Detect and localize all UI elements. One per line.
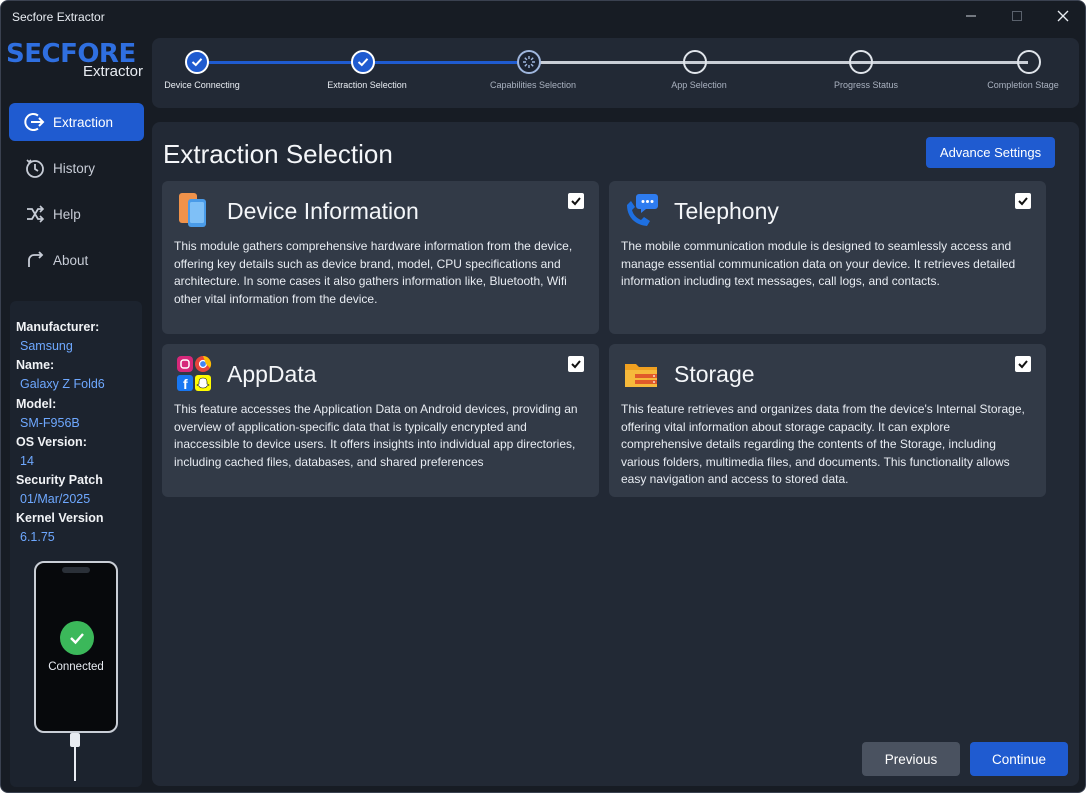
- step-4-indicator: [683, 50, 707, 74]
- card-title: Storage: [674, 361, 755, 387]
- device-information-icon: [179, 193, 206, 227]
- appdata-checkbox[interactable]: [568, 356, 584, 372]
- card-title: AppData: [227, 361, 317, 387]
- phone-notch: [62, 567, 90, 573]
- logo-subtitle: Extractor: [82, 63, 143, 80]
- svg-text:f: f: [183, 376, 188, 392]
- kernel-version-value: 6.1.75: [20, 530, 55, 544]
- device-info-panel: Manufacturer: Samsung Name: Galaxy Z Fol…: [10, 301, 142, 787]
- os-version-label: OS Version:: [16, 435, 87, 449]
- card-title: Telephony: [674, 198, 779, 224]
- sidebar-item-label: History: [53, 160, 96, 176]
- window-title: Secfore Extractor: [12, 10, 105, 24]
- sidebar-item-extraction[interactable]: Extraction: [9, 103, 144, 141]
- device-information-checkbox[interactable]: [568, 193, 584, 209]
- minimize-icon: [966, 15, 976, 17]
- maximize-icon: [1012, 11, 1022, 21]
- shuffle-icon: [23, 202, 47, 226]
- sidebar-item-history[interactable]: History: [9, 149, 144, 187]
- step-2-label: Extraction Selection: [327, 80, 407, 90]
- telephony-checkbox[interactable]: [1015, 193, 1031, 209]
- arrow-right-circle-icon: [23, 110, 47, 134]
- checkmark-icon: [1018, 197, 1028, 206]
- check-icon: [357, 58, 369, 67]
- title-bar: Secfore Extractor: [1, 1, 1085, 33]
- card-description: This feature accesses the Application Da…: [174, 402, 578, 469]
- redo-arrow-icon: [23, 248, 47, 272]
- security-patch-value: 01/Mar/2025: [20, 492, 91, 506]
- card-telephony[interactable]: Telephony The mobile communication modul…: [609, 181, 1046, 334]
- step-6-indicator: [1017, 50, 1041, 74]
- sidebar-item-label: Help: [53, 206, 81, 222]
- close-icon: [1057, 10, 1069, 22]
- connection-status: Connected: [48, 661, 104, 673]
- check-icon: [191, 58, 203, 67]
- kernel-version-label: Kernel Version: [16, 511, 104, 525]
- history-clock-icon: [23, 156, 47, 180]
- card-description: This module gathers comprehensive hardwa…: [174, 239, 573, 306]
- name-label: Name:: [16, 358, 55, 372]
- telephony-chat-icon: [627, 194, 658, 226]
- stepper-line-pending: [530, 61, 1028, 64]
- step-3-label: Capabilities Selection: [489, 80, 577, 90]
- step-6-label: Completion Stage: [987, 80, 1059, 90]
- step-3-indicator: [517, 50, 541, 74]
- cable-plug: [70, 733, 80, 747]
- card-title: Device Information: [227, 198, 419, 224]
- step-2-indicator: [351, 50, 375, 74]
- sidebar-item-label: Extraction: [53, 114, 114, 130]
- check-icon: [60, 621, 94, 655]
- progress-stepper: Device Connecting Extraction Selection C…: [152, 38, 1079, 108]
- security-patch-label: Security Patch: [16, 473, 103, 487]
- manufacturer-label: Manufacturer:: [16, 320, 100, 334]
- app-window: Secfore Extractor SECFORE Extractor Extr…: [0, 0, 1086, 793]
- loading-icon: [523, 56, 535, 68]
- close-button[interactable]: [1048, 5, 1078, 27]
- checkmark-icon: [571, 197, 581, 206]
- sidebar-item-about[interactable]: About: [9, 241, 144, 279]
- sidebar-item-label: About: [53, 252, 89, 268]
- app-grid-icon: f: [177, 355, 212, 392]
- phone-illustration: Connected: [34, 561, 118, 733]
- app-logo: SECFORE Extractor: [4, 39, 146, 83]
- page-title: Extraction Selection: [163, 139, 393, 169]
- card-description: This feature retrieves and organizes dat…: [621, 402, 1025, 486]
- card-storage[interactable]: Storage This feature retrieves and organ…: [609, 344, 1046, 497]
- model-label: Model:: [16, 397, 57, 411]
- main-content: Extraction Selection Advance Settings De…: [152, 122, 1079, 786]
- cable-wire: [74, 747, 76, 781]
- maximize-button[interactable]: [1002, 5, 1032, 27]
- model-value: SM-F956B: [20, 416, 80, 430]
- continue-button[interactable]: Continue: [970, 742, 1068, 776]
- advance-settings-button[interactable]: Advance Settings: [926, 137, 1055, 168]
- sidebar-item-help[interactable]: Help: [9, 195, 144, 233]
- folder-storage-icon: [625, 364, 657, 387]
- checkmark-icon: [1018, 360, 1028, 369]
- name-value: Galaxy Z Fold6: [20, 377, 105, 391]
- step-5-indicator: [849, 50, 873, 74]
- card-device-information[interactable]: Device Information This module gathers c…: [162, 181, 599, 334]
- card-description: The mobile communication module is desig…: [621, 239, 1016, 288]
- manufacturer-value: Samsung: [20, 339, 73, 353]
- storage-checkbox[interactable]: [1015, 356, 1031, 372]
- step-5-label: Progress Status: [833, 80, 899, 90]
- minimize-button[interactable]: [956, 5, 986, 27]
- step-1-label: Device Connecting: [164, 80, 240, 90]
- previous-button[interactable]: Previous: [862, 742, 960, 776]
- step-1-indicator: [185, 50, 209, 74]
- checkmark-icon: [571, 360, 581, 369]
- os-version-value: 14: [20, 454, 34, 468]
- step-4-label: App Selection: [671, 80, 727, 90]
- card-appdata[interactable]: f AppData This feature accesses the Appl…: [162, 344, 599, 497]
